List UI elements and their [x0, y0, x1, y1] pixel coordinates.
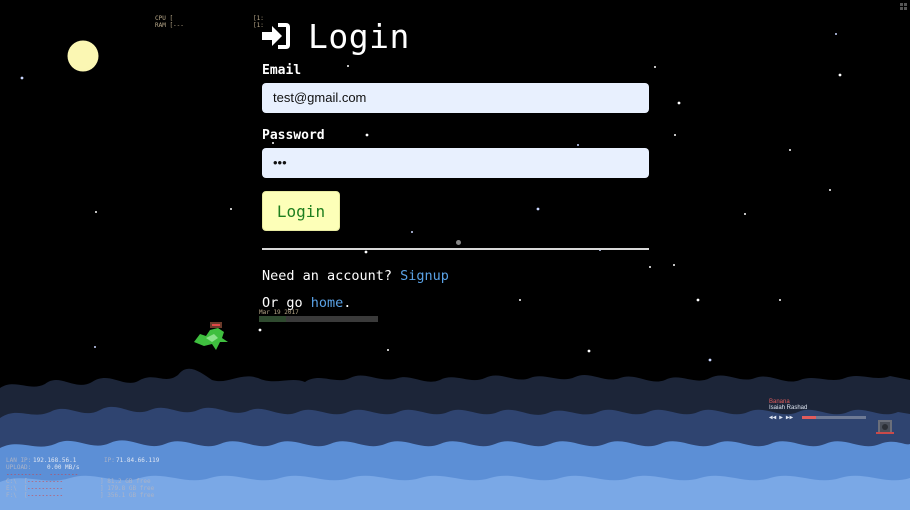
star [347, 65, 349, 67]
star [365, 133, 369, 137]
lan-ip-label: LAN IP: [6, 457, 32, 464]
drive-c-label: C:\ [ [6, 478, 28, 485]
star [835, 33, 837, 35]
next-icon[interactable]: ▶▶ [786, 414, 793, 421]
star [838, 73, 842, 77]
grid-icon[interactable] [900, 3, 907, 10]
cpu-meter: CPU [ [155, 15, 174, 22]
star [677, 101, 681, 105]
star [519, 299, 521, 301]
divider-dot [456, 240, 461, 245]
page-header: Login [262, 14, 649, 58]
drive-e-label: E:\ [ [6, 485, 28, 492]
login-button[interactable]: Login [262, 191, 340, 231]
drive-f-bar: ---------- [27, 492, 64, 499]
star [673, 264, 675, 266]
password-field[interactable]: ••• [262, 148, 649, 178]
play-icon[interactable]: ▶ [779, 414, 783, 421]
star [744, 213, 746, 215]
sign-in-icon [262, 23, 290, 49]
star [577, 144, 579, 146]
star [789, 149, 791, 151]
login-form: Login Email test@gmail.com Password ••• … [262, 14, 649, 311]
star [674, 134, 676, 136]
star [95, 211, 97, 213]
star [258, 328, 262, 332]
night-sky-background [0, 0, 910, 510]
network-graph-line: ---------- -------- [6, 471, 79, 478]
music-player: Banana Isaiah Rashad ◀◀ ▶ ▶▶ [769, 399, 901, 421]
song-progress-fill [802, 416, 817, 419]
drive-e-bar: ---------- [27, 485, 64, 492]
star [411, 231, 413, 233]
ram-meter: RAM [--- [155, 22, 184, 29]
date-text: Mar 19 2017 [259, 309, 299, 316]
song-progress-track[interactable] [802, 416, 867, 419]
date-progress-fill [259, 316, 287, 322]
star [649, 266, 651, 268]
drive-e-free: ] 179.8 GB free [100, 485, 155, 492]
drive-c-free: ] 81.2 GB free [100, 478, 151, 485]
star [654, 66, 656, 68]
star [364, 250, 368, 254]
star [696, 298, 700, 302]
player-controls: ◀◀ ▶ ▶▶ [769, 414, 901, 421]
page-title: Login [308, 16, 410, 56]
email-field[interactable]: test@gmail.com [262, 83, 649, 113]
star [829, 189, 831, 191]
password-label: Password [262, 128, 325, 143]
star [230, 208, 232, 210]
previous-icon[interactable]: ◀◀ [769, 414, 776, 421]
ip-label: IP: [104, 457, 115, 464]
upload-value: 0.00 MB/s [47, 464, 80, 471]
email-label: Email [262, 63, 302, 78]
drive-f-free: ] 356.1 GB free [100, 492, 155, 499]
signup-row: Need an account? Signup [262, 268, 449, 284]
moon [67, 40, 99, 72]
star [94, 346, 96, 348]
signup-link[interactable]: Signup [400, 268, 449, 284]
date-widget: Mar 19 2017 [259, 309, 378, 322]
upload-label: UPLOAD: [6, 464, 32, 471]
drive-c-bar: ---------- [27, 478, 64, 485]
speaker-icon [876, 420, 894, 434]
divider [262, 248, 649, 250]
signup-prompt: Need an account? [262, 268, 401, 284]
star [20, 76, 24, 80]
star [708, 358, 712, 362]
song-artist: Isaiah Rashad [769, 405, 808, 411]
star [587, 349, 591, 353]
date-progress-track [259, 316, 378, 322]
star [536, 207, 540, 211]
star [387, 349, 389, 351]
drive-f-label: F:\ [ [6, 492, 28, 499]
ip-value: 71.84.66.119 [116, 457, 160, 464]
star [779, 299, 781, 301]
lan-ip-value: 192.168.56.1 [33, 457, 77, 464]
